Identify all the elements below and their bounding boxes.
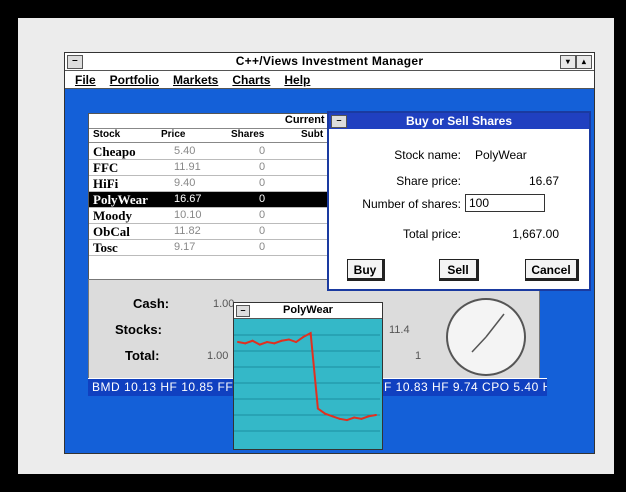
chart-point <box>316 407 319 410</box>
chart-point <box>258 343 261 346</box>
total-price-label: Total price: <box>402 227 461 241</box>
chart-point <box>280 339 283 342</box>
total-value-right: 1 <box>415 350 422 362</box>
share-price-value: 16.67 <box>528 174 559 188</box>
num-shares-label: Number of shares: <box>362 197 461 211</box>
stock-price: 5.40 <box>174 145 196 157</box>
menu-portfolio[interactable]: Portfolio <box>110 73 159 87</box>
stock-name: HiFi <box>93 176 119 191</box>
table-row[interactable]: Moody 10.10 0 <box>89 208 339 224</box>
menu-file[interactable]: File <box>75 73 96 87</box>
portfolio-header: Stock Price Shares Subt <box>89 129 339 143</box>
chart-point <box>266 341 269 344</box>
col-subtotal: Subt <box>301 129 324 140</box>
num-shares-input[interactable] <box>465 194 545 212</box>
col-shares: Shares <box>231 129 265 140</box>
stock-price: 9.40 <box>174 177 196 189</box>
system-menu-icon[interactable]: – <box>67 55 83 69</box>
stock-shares: 0 <box>259 209 266 221</box>
table-row-selected[interactable]: PolyWear 16.67 0 <box>89 192 339 208</box>
chart-point <box>353 416 356 419</box>
ticker-text: BMD 10.13 HF 10.85 FF <box>92 380 234 394</box>
stock-name-value: PolyWear <box>475 148 527 162</box>
table-row[interactable]: FFC 11.91 0 <box>89 160 339 176</box>
chart-title: PolyWear <box>283 304 333 316</box>
stock-name: Moody <box>93 208 132 223</box>
maximize-icon[interactable]: ▴ <box>576 55 592 69</box>
stock-price: 11.91 <box>174 161 201 173</box>
portfolio-panel: Current P Stock Price Shares Subt Cheapo… <box>88 113 340 280</box>
menu-charts[interactable]: Charts <box>232 73 270 87</box>
stock-name: Cheapo <box>93 144 136 159</box>
cancel-button[interactable]: Cancel <box>525 259 579 281</box>
table-row[interactable]: Cheapo 5.40 0 <box>89 144 339 160</box>
polywear-chart-window: – PolyWear <box>233 302 383 450</box>
chart-point <box>331 415 334 418</box>
buy-sell-dialog: – Buy or Sell Shares Stock name: PolyWea… <box>327 111 591 291</box>
clock-icon <box>446 298 526 376</box>
stock-shares: 0 <box>259 193 266 205</box>
stock-shares: 0 <box>259 161 266 173</box>
total-label: Total: <box>125 348 160 363</box>
col-stock: Stock <box>93 129 121 140</box>
chart-point <box>244 342 247 345</box>
chart-point <box>324 412 327 415</box>
stock-name: FFC <box>93 160 119 175</box>
minimize-icon[interactable]: ▾ <box>560 55 576 69</box>
clock-face <box>471 313 505 353</box>
chart-point <box>295 341 298 344</box>
total-value: 1.00 <box>207 350 229 362</box>
dialog-titlebar[interactable]: – Buy or Sell Shares <box>329 113 589 129</box>
chart-point <box>360 417 363 420</box>
stock-name: PolyWear <box>93 192 148 207</box>
stock-name: ObCal <box>93 224 130 239</box>
stock-name: Tosc <box>93 240 118 255</box>
stock-shares: 0 <box>259 145 266 157</box>
table-row[interactable]: HiFi 9.40 0 <box>89 176 339 192</box>
menu-bar: File Portfolio Markets Charts Help <box>65 71 594 89</box>
cash-value: 1.00 <box>213 298 235 310</box>
stock-shares: 0 <box>259 177 266 189</box>
chart-point <box>237 341 239 344</box>
chart-point <box>338 417 341 420</box>
window-titlebar[interactable]: – C++/Views Investment Manager ▾ ▴ <box>65 53 594 71</box>
menu-help[interactable]: Help <box>284 73 310 87</box>
buy-button[interactable]: Buy <box>347 259 385 281</box>
stock-price: 11.82 <box>174 225 201 237</box>
stock-name-label: Stock name: <box>394 148 461 162</box>
stock-shares: 0 <box>259 241 266 253</box>
stock-price: 9.17 <box>174 241 196 253</box>
chart-point <box>273 342 276 345</box>
sell-button[interactable]: Sell <box>439 259 479 281</box>
chart-point <box>251 339 254 342</box>
chart-point <box>287 338 290 341</box>
stocks-value: 11.4 <box>389 324 410 336</box>
table-row[interactable]: ObCal 11.82 0 <box>89 224 339 240</box>
window-title: C++/Views Investment Manager <box>235 54 424 68</box>
menu-markets[interactable]: Markets <box>173 73 218 87</box>
chart-series-line <box>237 331 377 422</box>
chart-point <box>345 419 348 422</box>
chart-point <box>367 415 370 418</box>
dialog-title: Buy or Sell Shares <box>405 114 513 128</box>
chart-system-menu-icon[interactable]: – <box>236 305 250 317</box>
share-price-label: Share price: <box>396 174 461 188</box>
ticker-text-right: F 10.83 HF 9.74 CPO 5.40 HI <box>384 380 547 394</box>
stock-shares: 0 <box>259 225 266 237</box>
stocks-label: Stocks: <box>115 322 162 337</box>
portfolio-title: Current P <box>89 114 339 129</box>
price-chart <box>234 331 380 432</box>
chart-point <box>302 335 305 338</box>
chart-point <box>309 332 312 335</box>
col-price: Price <box>161 129 186 140</box>
stock-price: 16.67 <box>174 193 202 205</box>
cash-label: Cash: <box>133 296 170 311</box>
table-row[interactable]: Tosc 9.17 0 <box>89 240 339 256</box>
dialog-system-menu-icon[interactable]: – <box>331 115 347 128</box>
stock-price: 10.10 <box>174 209 202 221</box>
chart-titlebar[interactable]: – PolyWear <box>234 303 382 319</box>
chart-point <box>375 414 377 416</box>
total-price-value: 1,667.00 <box>512 227 559 241</box>
